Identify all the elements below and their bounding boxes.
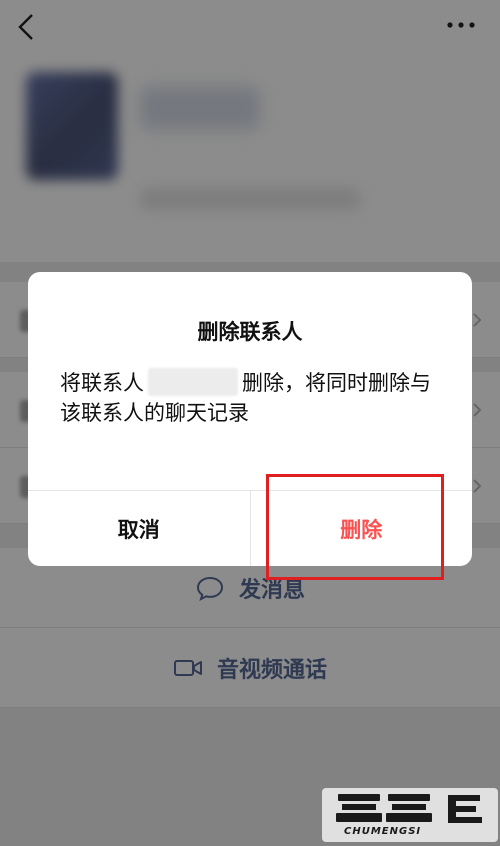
dialog-title: 删除联系人: [197, 320, 303, 344]
cancel-button[interactable]: 取消: [28, 491, 251, 566]
watermark-logo: CHUMENGSI: [322, 788, 498, 842]
highlight-box: [266, 474, 444, 580]
dialog-message: 将联系人 删除，将同时删除与该联系人的聊天记录: [60, 368, 440, 428]
watermark-glyphs: [336, 794, 482, 823]
dialog-message-prefix: 将联系人: [60, 371, 144, 395]
contact-name-redacted: [148, 368, 238, 396]
watermark-text: CHUMENGSI: [344, 826, 422, 837]
